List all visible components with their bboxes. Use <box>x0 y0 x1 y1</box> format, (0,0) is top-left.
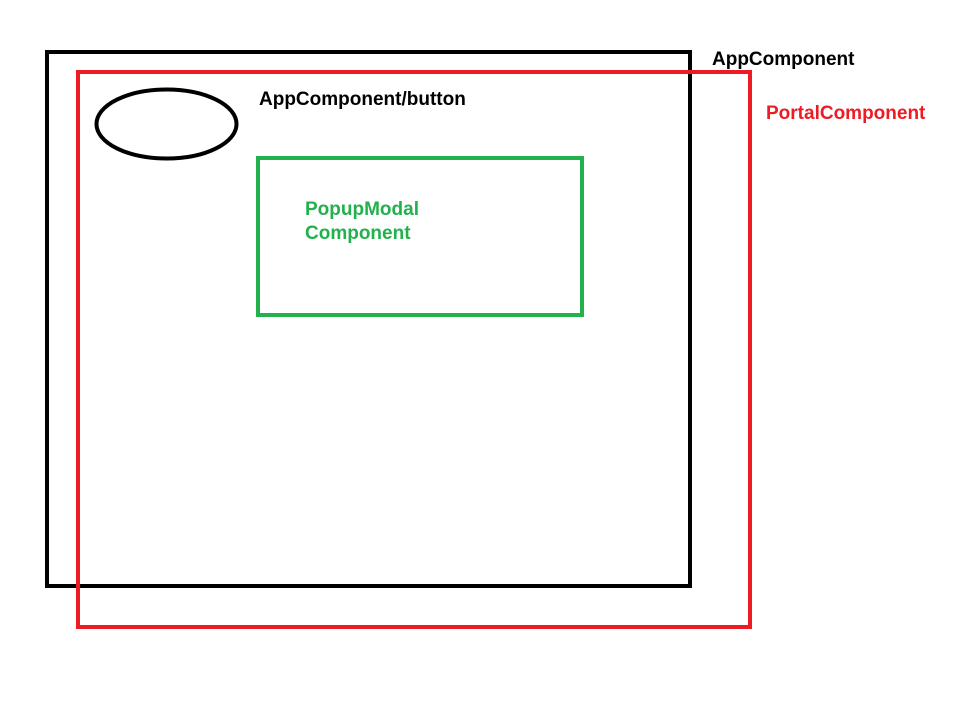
button-ellipse <box>94 87 239 161</box>
popup-modal-label-line2: Component <box>305 223 411 244</box>
portal-component-label: PortalComponent <box>766 103 926 124</box>
app-button-label: AppComponent/button <box>259 89 466 110</box>
popup-modal-label: PopupModal Component <box>305 198 419 246</box>
popup-modal-label-line1: PopupModal <box>305 199 419 220</box>
app-component-label: AppComponent <box>712 49 855 70</box>
